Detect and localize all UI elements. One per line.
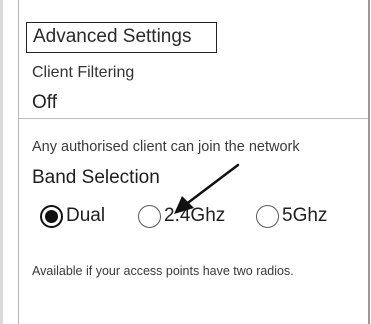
arrow-icon (174, 163, 240, 214)
client-filtering-value[interactable]: Off (32, 92, 57, 114)
band-option-dual[interactable]: Dual (40, 203, 105, 229)
band-option-dual-label: Dual (66, 205, 106, 226)
panel-border-left (18, 0, 19, 324)
section-divider (19, 118, 368, 119)
radio-dual-icon[interactable] (40, 204, 63, 228)
radio-5ghz-icon[interactable] (256, 204, 279, 228)
advanced-settings-tab[interactable]: Advanced Settings (26, 22, 217, 53)
client-filtering-label: Client Filtering (32, 64, 135, 81)
band-selection-title: Band Selection (32, 167, 160, 188)
band-option-5ghz[interactable]: 5Ghz (256, 203, 327, 229)
panel-border-right (368, 0, 370, 324)
client-filtering-description: Any authorised client can join the netwo… (32, 139, 300, 155)
band-option-5ghz-label: 5Ghz (282, 205, 328, 226)
edge-left (0, 0, 3, 324)
band-selection-note: Available if your access points have two… (32, 264, 294, 278)
